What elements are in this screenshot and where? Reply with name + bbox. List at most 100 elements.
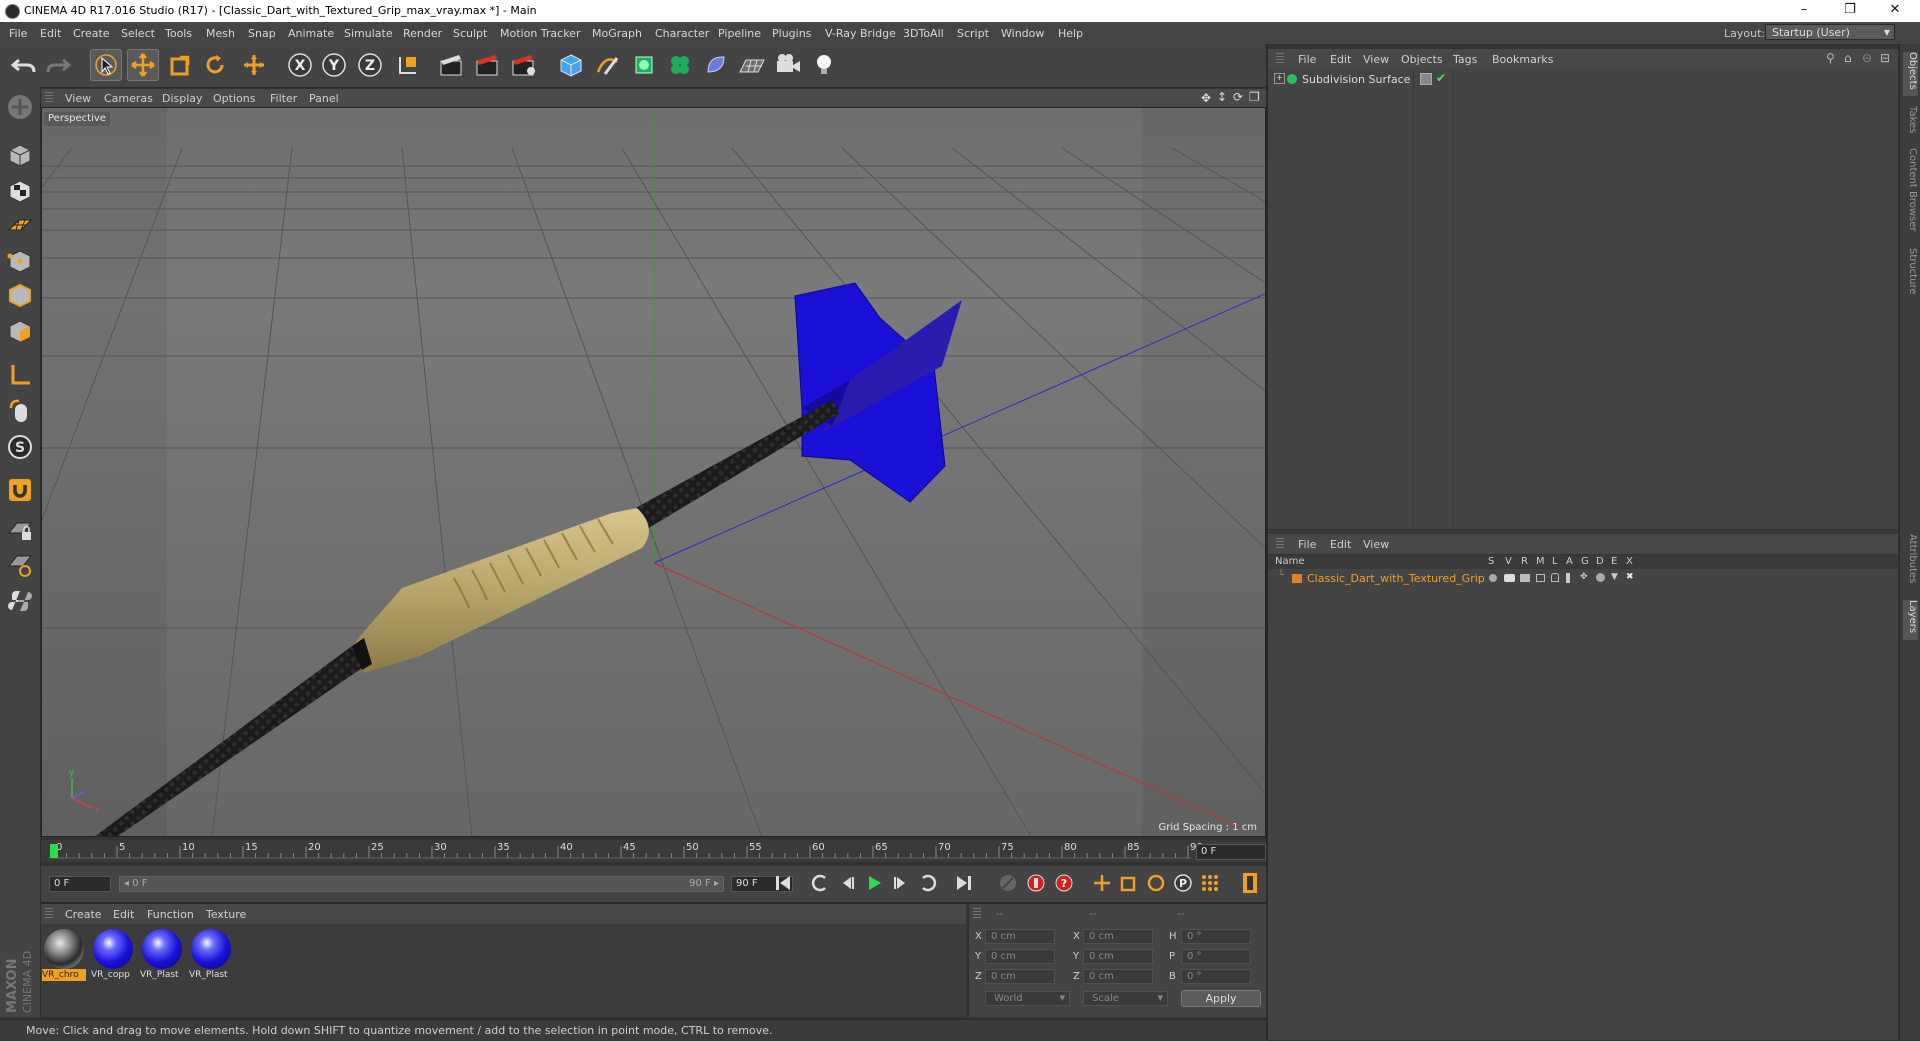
redo-button[interactable] [42, 49, 74, 81]
python-button[interactable] [4, 585, 36, 617]
viewport-menu-panel[interactable]: Panel [309, 92, 339, 105]
layers-menu-file[interactable]: File [1298, 538, 1316, 551]
add-generator-button[interactable] [628, 49, 660, 81]
tab-layers[interactable]: Layers [1903, 600, 1918, 640]
generator-icon[interactable]: ✥ [1580, 572, 1588, 582]
coordinate-system-button[interactable] [392, 49, 424, 81]
add-environment-button[interactable] [736, 49, 768, 81]
layer-color-icon[interactable] [1420, 73, 1432, 85]
recent-tool-button[interactable] [238, 49, 270, 81]
start-frame-field[interactable]: 0 F [49, 876, 111, 892]
rot-b-field[interactable]: 0 ° [1181, 969, 1251, 984]
objects-menu-view[interactable]: View [1363, 53, 1389, 66]
menu-vray-bridge[interactable]: V-Ray Bridge [825, 27, 896, 40]
layers-menu-view[interactable]: View [1363, 538, 1389, 551]
menu-window[interactable]: Window [1001, 27, 1044, 40]
tab-attributes[interactable]: Attributes [1903, 534, 1918, 590]
key-rotation-button[interactable] [1143, 870, 1169, 896]
x-axis-button[interactable]: X [284, 49, 316, 81]
layers-menu-edit[interactable]: Edit [1330, 538, 1351, 551]
visible-eye-icon[interactable] [1504, 574, 1515, 582]
keyframe-selection-button[interactable]: ? [1051, 870, 1077, 896]
menu-tools[interactable]: Tools [165, 27, 192, 40]
layout-select[interactable]: Startup (User) ▼ [1765, 24, 1895, 40]
deformer-icon[interactable] [1596, 573, 1605, 582]
menu-pipeline[interactable]: Pipeline [718, 27, 761, 40]
column-deformers[interactable]: D [1596, 556, 1604, 567]
material-swatch-copper[interactable]: VR_copp [91, 929, 135, 987]
viewport-menu-view[interactable]: View [65, 92, 91, 105]
column-manager[interactable]: M [1536, 556, 1545, 567]
coordinate-space-select[interactable]: World ▼ [985, 991, 1070, 1006]
column-animation[interactable]: A [1566, 556, 1573, 567]
size-x-field[interactable]: 0 cm [1083, 929, 1153, 944]
magnet-button[interactable] [4, 474, 36, 506]
layer-color-swatch[interactable] [1292, 574, 1302, 583]
menu-help[interactable]: Help [1058, 27, 1083, 40]
add-spline-button[interactable] [592, 49, 624, 81]
layer-row[interactable]: └ Classic_Dart_with_Textured_Grip ✥ ▼ ✖ [1270, 570, 1892, 586]
key-pla-button[interactable] [1197, 870, 1223, 896]
menu-script[interactable]: Script [957, 27, 989, 40]
panel-expand-icon[interactable]: ⊟ [1880, 51, 1890, 65]
rotate-view-icon[interactable]: ⟳ [1233, 90, 1243, 104]
pos-y-field[interactable]: 0 cm [985, 949, 1055, 964]
snap-button[interactable]: S [4, 431, 36, 463]
y-axis-button[interactable]: Y [318, 49, 350, 81]
menu-plugins[interactable]: Plugins [772, 27, 811, 40]
viewport-menu-filter[interactable]: Filter [270, 92, 297, 105]
viewport-menu-cameras[interactable]: Cameras [104, 92, 153, 105]
close-button[interactable]: ✕ [1881, 2, 1909, 20]
scale-tool-button[interactable] [164, 49, 196, 81]
column-name[interactable]: Name [1275, 556, 1305, 567]
key-position-button[interactable] [1089, 870, 1115, 896]
animation-film-icon[interactable] [1566, 573, 1570, 583]
lock-icon[interactable] [1551, 573, 1559, 582]
lock-workplane-button[interactable] [4, 514, 36, 546]
menu-edit[interactable]: Edit [40, 27, 61, 40]
tab-objects[interactable]: Objects [1903, 52, 1918, 96]
key-scale-button[interactable] [1116, 870, 1142, 896]
drag-handle-icon[interactable] [1276, 538, 1284, 550]
menu-sculpt[interactable]: Sculpt [453, 27, 487, 40]
objects-menu-bookmarks[interactable]: Bookmarks [1492, 53, 1553, 66]
menu-create[interactable]: Create [73, 27, 110, 40]
column-render[interactable]: R [1521, 556, 1528, 567]
z-axis-button[interactable]: Z [354, 49, 386, 81]
tab-takes[interactable]: Takes [1903, 106, 1918, 136]
drag-handle-icon[interactable] [1276, 53, 1284, 65]
column-visible[interactable]: V [1505, 556, 1512, 567]
add-camera-button[interactable] [772, 49, 804, 81]
add-cube-button[interactable] [555, 49, 587, 81]
column-locked[interactable]: L [1552, 556, 1558, 567]
render-settings-button[interactable] [508, 49, 540, 81]
menu-select[interactable]: Select [121, 27, 155, 40]
undo-button[interactable] [8, 49, 40, 81]
frame-range-slider[interactable]: ◂ 0 F 90 F ▸ [119, 876, 724, 892]
menu-3dtoall[interactable]: 3DToAll [903, 27, 944, 40]
solo-toggle-icon[interactable] [1489, 574, 1497, 582]
material-menu-create[interactable]: Create [65, 908, 102, 921]
render-picture-viewer-button[interactable] [472, 49, 504, 81]
size-y-field[interactable]: 0 cm [1083, 949, 1153, 964]
move-tool-button[interactable] [127, 49, 159, 81]
next-frame-button[interactable] [888, 870, 914, 896]
go-to-end-button[interactable] [951, 870, 977, 896]
menu-simulate[interactable]: Simulate [344, 27, 393, 40]
size-z-field[interactable]: 0 cm [1083, 969, 1153, 984]
tweak-mode-button[interactable] [4, 395, 36, 427]
viewport-menu-display[interactable]: Display [162, 92, 203, 105]
maximize-button[interactable]: ❐ [1836, 2, 1864, 20]
home-icon[interactable]: ⌂ [1844, 51, 1852, 65]
material-swatch-chrome[interactable]: VR_chro [42, 929, 86, 987]
add-mograph-button[interactable] [664, 49, 696, 81]
drag-handle-icon[interactable] [973, 908, 981, 920]
previous-keyframe-button[interactable] [807, 870, 833, 896]
expression-icon[interactable]: ▼ [1611, 572, 1618, 582]
add-deformer-button[interactable] [700, 49, 732, 81]
search-icon[interactable]: ⚲ [1826, 51, 1835, 65]
size-mode-select[interactable]: Scale ▼ [1083, 991, 1168, 1006]
axis-mode-button[interactable] [4, 359, 36, 391]
go-to-start-button[interactable] [770, 870, 796, 896]
column-expressions[interactable]: E [1611, 556, 1617, 567]
